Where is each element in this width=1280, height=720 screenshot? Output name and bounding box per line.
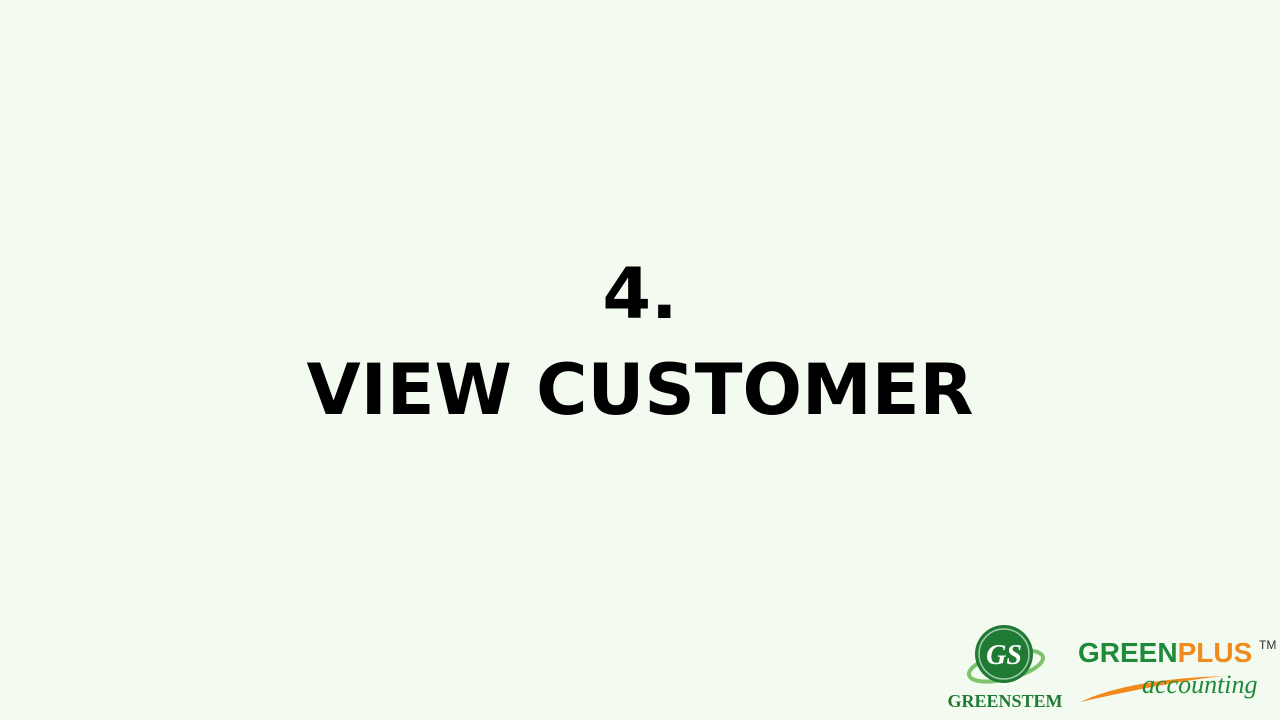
greenstem-wordmark: GREENSTEM xyxy=(947,691,1063,711)
trademark-symbol: TM xyxy=(1259,638,1277,652)
slide: 4. VIEW CUSTOMER GS GREENSTEM GREENPLUS … xyxy=(0,0,1280,720)
section-title: VIEW CUSTOMER xyxy=(306,349,974,431)
greenplus-subtitle: accounting xyxy=(1142,670,1258,699)
greenplus-logo: GREENPLUS TM accounting xyxy=(1074,636,1280,716)
greenplus-word-green: GREEN xyxy=(1078,637,1178,668)
greenstem-logo: GS GREENSTEM xyxy=(946,618,1064,718)
greenplus-wordmark: GREENPLUS xyxy=(1078,636,1252,670)
section-number: 4. xyxy=(602,253,678,335)
greenstem-logo-icon: GS xyxy=(966,625,1046,684)
slide-title: 4. VIEW CUSTOMER xyxy=(0,246,1280,438)
greenstem-mark-text: GS xyxy=(986,640,1022,671)
greenplus-word-orange: PLUS xyxy=(1177,637,1253,668)
